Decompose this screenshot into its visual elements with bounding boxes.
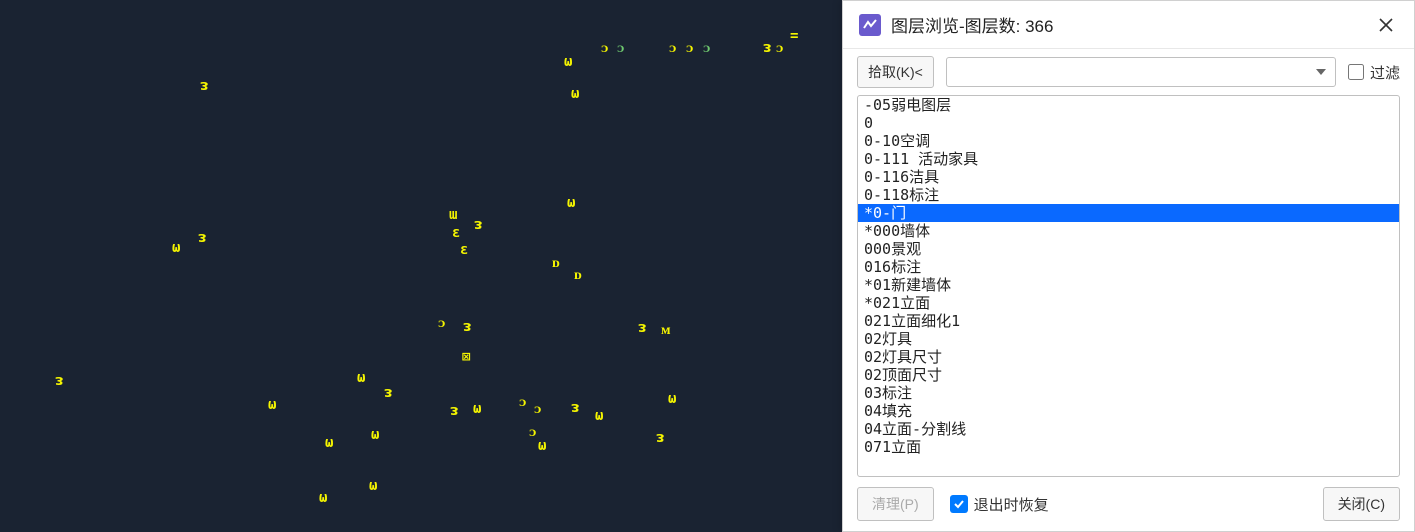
layer-filter-input[interactable] bbox=[946, 57, 1336, 87]
list-item[interactable]: 0-10空调 bbox=[858, 132, 1399, 150]
clear-button[interactable]: 清理(P) bbox=[857, 487, 934, 521]
toolbar: 拾取(K)< 过滤 bbox=[843, 49, 1414, 95]
cad-symbol: ᴐ bbox=[519, 394, 526, 411]
filter-label: 过滤 bbox=[1370, 62, 1400, 83]
cad-symbol: ᴐ bbox=[617, 40, 624, 57]
cad-symbol: ᴈ bbox=[450, 403, 458, 419]
list-item[interactable]: 0 bbox=[858, 114, 1399, 132]
cad-symbol: ω bbox=[325, 435, 333, 451]
cad-symbol: ᴈ bbox=[571, 400, 579, 416]
cad-symbol: ω bbox=[571, 86, 579, 102]
layer-list[interactable]: -05弱电图层00-10空调0-111 活动家具0-116洁具0-118标注*0… bbox=[858, 96, 1399, 476]
cad-symbol: ᴈ bbox=[474, 217, 482, 233]
cad-symbol: ω bbox=[567, 195, 575, 211]
cad-symbol: ω bbox=[268, 397, 276, 413]
list-item[interactable]: 071立面 bbox=[858, 438, 1399, 456]
dialog-title: 图层浏览-图层数: 366 bbox=[891, 12, 1053, 37]
cad-canvas[interactable]: ᴈωωᴐᴐᴐᴐᴐᴈᴐ=ωᴈɯᴈɛɛωᴅᴅᴐᴈᴈᴍ⊠ᴈωᴈωᴐᴐᴈωᴈωωωωᴐω… bbox=[0, 0, 842, 532]
cad-symbol: ᴈ bbox=[638, 320, 646, 336]
titlebar: 图层浏览-图层数: 366 bbox=[843, 1, 1414, 49]
restore-checkbox-wrap[interactable]: 退出时恢复 bbox=[950, 494, 1049, 515]
cad-symbol: ω bbox=[172, 240, 180, 256]
cad-symbol: ɛ bbox=[460, 242, 468, 258]
cad-symbol: ᴈ bbox=[200, 78, 208, 94]
list-item[interactable]: 02灯具尺寸 bbox=[858, 348, 1399, 366]
cad-symbol: ω bbox=[319, 490, 327, 506]
cad-symbol: ω bbox=[473, 401, 481, 417]
cad-symbol: ω bbox=[538, 438, 546, 454]
list-item[interactable]: -05弱电图层 bbox=[858, 96, 1399, 114]
app-icon bbox=[859, 14, 881, 36]
list-item[interactable]: 0-118标注 bbox=[858, 186, 1399, 204]
close-icon[interactable] bbox=[1372, 11, 1400, 39]
cad-symbol: ɛ bbox=[452, 225, 460, 241]
layer-filter-combobox[interactable] bbox=[946, 57, 1336, 87]
cad-symbol: ω bbox=[564, 54, 572, 70]
list-item[interactable]: 0-116洁具 bbox=[858, 168, 1399, 186]
list-item[interactable]: 0-111 活动家具 bbox=[858, 150, 1399, 168]
cad-symbol: ω bbox=[668, 391, 676, 407]
cad-symbol: ᴈ bbox=[656, 430, 664, 446]
pick-button[interactable]: 拾取(K)< bbox=[857, 56, 934, 88]
layer-list-wrap: -05弱电图层00-10空调0-111 活动家具0-116洁具0-118标注*0… bbox=[857, 95, 1400, 477]
list-item[interactable]: 021立面细化1 bbox=[858, 312, 1399, 330]
list-item[interactable]: 02顶面尺寸 bbox=[858, 366, 1399, 384]
list-item[interactable]: 000景观 bbox=[858, 240, 1399, 258]
footer: 清理(P) 退出时恢复 关闭(C) bbox=[843, 477, 1414, 531]
list-item[interactable]: 016标注 bbox=[858, 258, 1399, 276]
cad-symbol: ᴈ bbox=[463, 319, 471, 335]
cad-symbol: ᴐ bbox=[438, 315, 445, 332]
cad-symbol: ᴐ bbox=[776, 40, 783, 57]
cad-symbol: = bbox=[790, 28, 798, 44]
restore-label: 退出时恢复 bbox=[974, 494, 1049, 515]
cad-symbol: ⊠ bbox=[462, 349, 470, 365]
close-button[interactable]: 关闭(C) bbox=[1323, 487, 1400, 521]
cad-symbol: ᴅ bbox=[552, 255, 560, 272]
cad-symbol: ᴐ bbox=[703, 40, 710, 57]
list-item[interactable]: *021立面 bbox=[858, 294, 1399, 312]
list-item[interactable]: 03标注 bbox=[858, 384, 1399, 402]
filter-checkbox-wrap[interactable]: 过滤 bbox=[1348, 62, 1400, 83]
cad-symbol: ω bbox=[595, 408, 603, 424]
cad-symbol: ᴈ bbox=[198, 230, 206, 246]
cad-symbol: ᴐ bbox=[534, 401, 541, 418]
layer-browser-dialog: 图层浏览-图层数: 366 拾取(K)< 过滤 -05弱电图层00-10空调0-… bbox=[842, 0, 1415, 532]
cad-symbol: ᴈ bbox=[55, 373, 63, 389]
cad-symbol: ᴍ bbox=[661, 322, 671, 339]
cad-symbol: ᴐ bbox=[529, 424, 536, 441]
list-item[interactable]: *01新建墙体 bbox=[858, 276, 1399, 294]
cad-symbol: ɯ bbox=[449, 207, 457, 223]
filter-checkbox[interactable] bbox=[1348, 64, 1364, 80]
cad-symbol: ᴐ bbox=[686, 40, 693, 57]
cad-symbol: ω bbox=[357, 370, 365, 386]
list-item[interactable]: *0-门 bbox=[858, 204, 1399, 222]
list-item[interactable]: 04立面-分割线 bbox=[858, 420, 1399, 438]
restore-checkbox[interactable] bbox=[950, 495, 968, 513]
cad-symbol: ᴈ bbox=[384, 385, 392, 401]
cad-symbol: ω bbox=[371, 427, 379, 443]
cad-symbol: ᴐ bbox=[601, 40, 608, 57]
list-item[interactable]: *000墙体 bbox=[858, 222, 1399, 240]
cad-symbol: ᴅ bbox=[574, 267, 582, 284]
list-item[interactable]: 02灯具 bbox=[858, 330, 1399, 348]
list-item[interactable]: 04填充 bbox=[858, 402, 1399, 420]
cad-symbol: ω bbox=[369, 478, 377, 494]
cad-symbol: ᴐ bbox=[669, 40, 676, 57]
cad-symbol: ᴈ bbox=[763, 40, 771, 56]
